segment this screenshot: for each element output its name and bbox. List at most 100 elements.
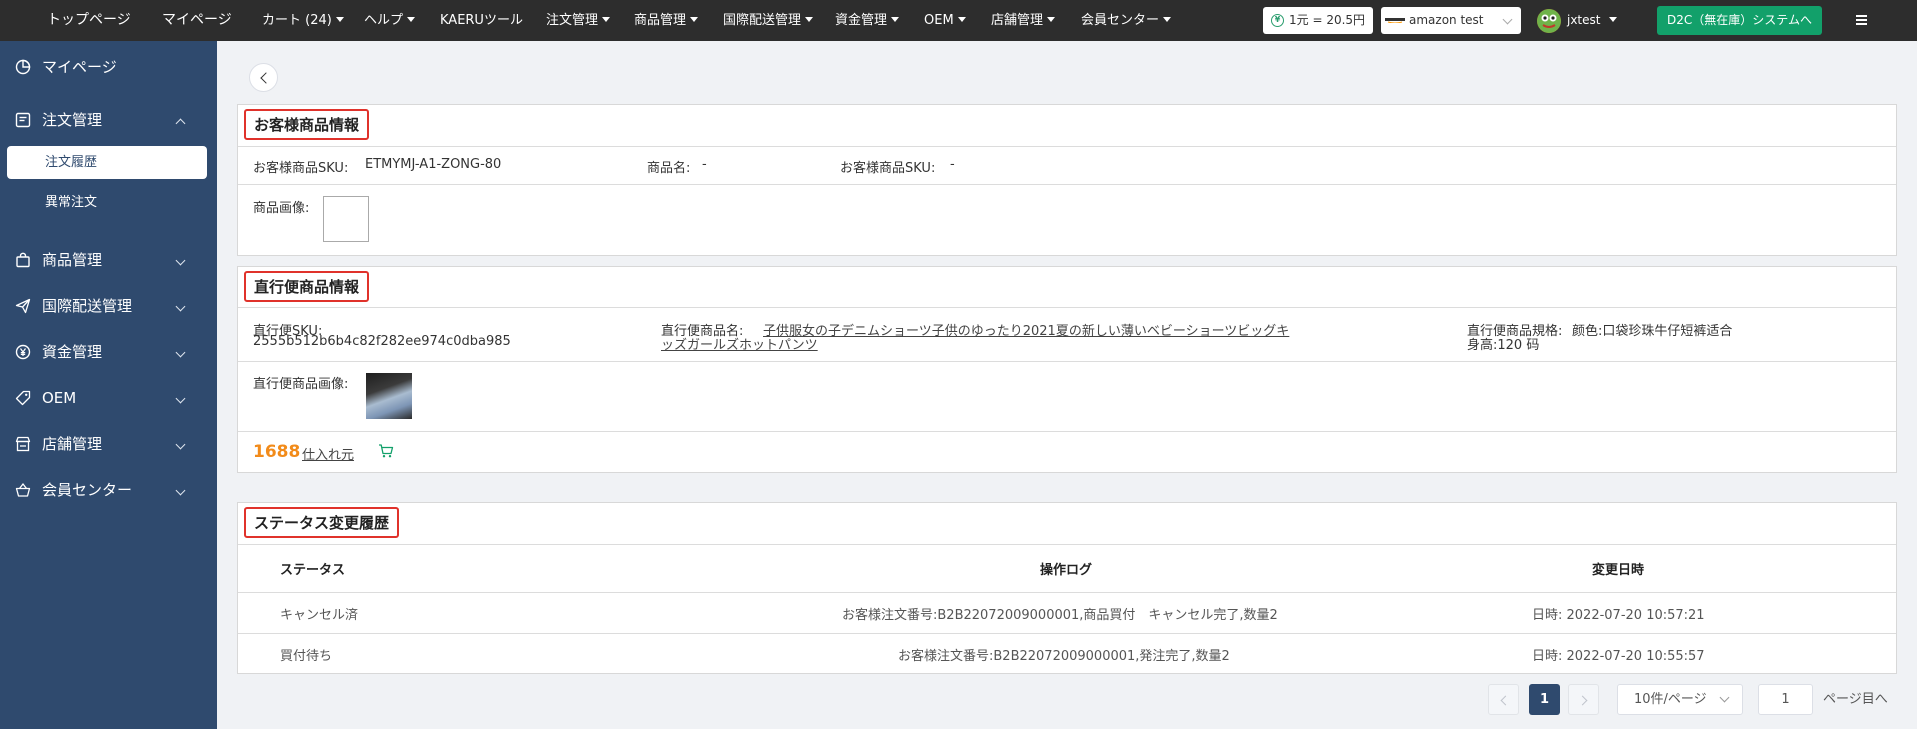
row-log: お客様注文番号:B2B22072009000001,商品買付 キャンセル完了,数… [842,608,1278,623]
nav-intl-shipping-label: 国際配送管理 [723,13,802,28]
exchange-rate-display: ¥ 1元 = 20.5円 [1263,7,1373,34]
nav-my-page[interactable]: マイページ [162,0,232,41]
customer-product-title: お客様商品情報 [244,109,370,140]
nav-oem[interactable]: OEM [924,0,966,41]
sidebar-item-oem[interactable]: OEM [0,375,217,421]
sidebar-subitem-abnormal-orders[interactable]: 異常注文 [7,186,207,219]
back-button[interactable] [249,63,278,92]
user-menu[interactable]: jxtest [1567,0,1618,41]
goto-page-input[interactable]: 1 [1758,684,1813,715]
sidebar-item-label: 国際配送管理 [42,297,133,315]
customer-sku-value: ETMYMJ-A1-ZONG-80 [365,157,502,172]
customer-sku-label: お客様商品SKU: [253,161,349,176]
direct-sku-value: 2555b512b6b4c82f282ee974c0dba985 [253,334,511,349]
pagination-prev-button[interactable] [1488,684,1519,715]
pagination-next-button[interactable] [1568,684,1599,715]
nav-order-management-label: 注文管理 [546,13,599,28]
status-history-title: ステータス変更履歴 [244,507,400,538]
user-avatar[interactable] [1537,9,1561,33]
d2c-system-button[interactable]: D2C（無在庫）システムへ [1657,6,1822,35]
divider [238,307,1896,308]
hamburger-menu-icon[interactable] [1856,15,1867,25]
brand-1688-logo: 1688 [253,442,301,462]
shopping-bag-icon [16,252,30,268]
sidebar-item-label: 注文管理 [42,111,103,129]
chevron-down-icon [1502,14,1513,25]
direct-product-thumbnail[interactable] [366,373,412,419]
customer-sku2-value: - [950,157,955,172]
row-datetime: 日時: 2022-07-20 10:55:57 [1532,649,1705,664]
row-status: キャンセル済 [280,608,359,623]
store-icon [15,436,31,452]
nav-oem-label: OEM [924,13,954,28]
direct-product-panel: 直行便商品情報 直行便SKU: 2555b512b6b4c82f282ee974… [237,266,1897,473]
sidebar-item-label: 会員センター [42,481,133,499]
nav-product-management[interactable]: 商品管理 [634,0,699,41]
chevron-down-icon [175,255,186,266]
nav-kaeru-tool[interactable]: KAERUツール [440,0,523,41]
direct-spec-value-cont: 身高:120 码 [1467,338,1540,353]
caret-down-icon [602,17,611,22]
row-datetime: 日時: 2022-07-20 10:57:21 [1532,608,1705,623]
nav-store-management[interactable]: 店舗管理 [991,0,1056,41]
page-size-select[interactable]: 10件/ページ [1617,684,1743,715]
nav-cart[interactable]: カート (24) [262,0,344,41]
customer-sku2-label: お客様商品SKU: [840,161,936,176]
direct-product-name-link[interactable]: 子供服女の子デニムショーツ子供のゆったり2021夏の新しい薄いベビーショーツビッ… [763,320,1289,339]
nav-order-management[interactable]: 注文管理 [546,0,611,41]
sidebar-item-label: 店舗管理 [42,435,103,453]
table-header: ステータス 操作ログ 変更日時 [238,545,1896,586]
sidebar-subitem-order-history[interactable]: 注文履歴 [7,146,207,179]
chevron-down-icon [175,301,186,312]
nav-intl-shipping[interactable]: 国際配送管理 [723,0,814,41]
cart-icon[interactable] [378,443,394,459]
sidebar-item-member-center[interactable]: 会員センター [0,467,217,513]
row-log: お客様注文番号:B2B22072009000001,発注完了,数量2 [898,649,1230,664]
nav-help[interactable]: ヘルプ [364,0,416,41]
sidebar-item-intl-shipping[interactable]: 国際配送管理 [0,283,217,329]
basket-icon [15,482,31,497]
store-select[interactable]: amazon test [1381,7,1521,34]
sidebar-item-my-page[interactable]: マイページ [0,44,217,90]
frog-avatar-icon [1537,9,1561,33]
nav-store-management-label: 店舗管理 [991,13,1044,28]
nav-cart-label: カート (24) [262,13,332,28]
customer-product-panel: お客様商品情報 お客様商品SKU: ETMYMJ-A1-ZONG-80 商品名:… [237,104,1897,256]
chevron-down-icon [1719,692,1730,703]
nav-member-center[interactable]: 会員センター [1081,0,1172,41]
caret-down-icon [805,17,814,22]
direct-image-label: 直行便商品画像: [253,377,349,392]
row-status: 買付待ち [280,649,333,664]
order-list-icon [15,112,31,128]
pie-chart-icon [15,59,31,75]
paper-plane-icon [15,298,31,314]
top-navigation-bar: トップページ マイページ カート (24) ヘルプ KAERUツール 注文管理 … [0,0,1917,41]
chevron-down-icon [175,439,186,450]
nav-member-center-label: 会員センター [1081,13,1160,28]
sidebar-item-product-management[interactable]: 商品管理 [0,237,217,283]
chevron-down-icon [175,485,186,496]
caret-down-icon [690,17,699,22]
chevron-down-icon [175,393,186,404]
direct-spec-value: 颜色:口袋珍珠牛仔短裤适合 [1572,324,1733,339]
supplier-link[interactable]: 仕入れ元 [302,444,354,463]
tag-icon [15,390,31,406]
divider [238,361,1896,362]
caret-down-icon [1047,17,1056,22]
nav-funds-management[interactable]: 資金管理 [835,0,900,41]
sidebar-item-funds-management[interactable]: 資金管理 [0,329,217,375]
divider [238,184,1896,185]
caret-down-icon [891,17,900,22]
exchange-rate-text: 1元 = 20.5円 [1289,13,1366,27]
nav-top-page[interactable]: トップページ [47,0,131,41]
sidebar-item-order-management[interactable]: 注文管理 [0,97,217,143]
direct-product-title: 直行便商品情報 [244,271,370,302]
yen-coin-icon: ¥ [1271,14,1284,27]
pagination-page-1[interactable]: 1 [1529,684,1560,715]
amazon-logo-icon [1385,18,1405,23]
direct-product-name-link-cont[interactable]: ッズガールズホットパンツ [661,334,818,353]
product-image-placeholder [323,196,369,242]
sidebar-item-label: 商品管理 [42,251,103,269]
caret-down-icon [1163,17,1172,22]
sidebar-item-store-management[interactable]: 店舗管理 [0,421,217,467]
